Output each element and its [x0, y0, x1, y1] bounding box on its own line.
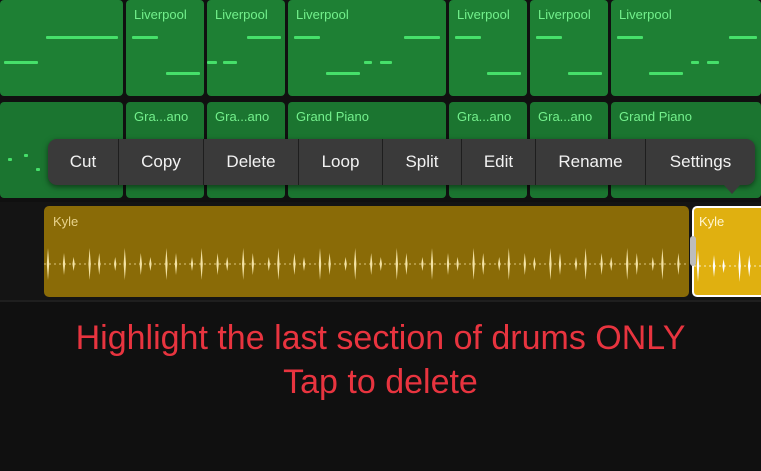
menu-pointer: [724, 185, 740, 194]
midi-region-liverpool-3[interactable]: Liverpool: [288, 0, 446, 96]
region-label: Gra...ano: [538, 109, 593, 124]
midi-region-liverpool-4[interactable]: Liverpool: [449, 0, 527, 96]
midi-region-liverpool-6[interactable]: Liverpool: [611, 0, 761, 96]
region-label: Gra...ano: [215, 109, 270, 124]
region-label: Liverpool: [457, 7, 510, 22]
midi-region-intro[interactable]: [0, 0, 123, 96]
menu-item-settings[interactable]: Settings: [646, 139, 755, 185]
region-label: Liverpool: [134, 7, 187, 22]
region-trim-handle[interactable]: [690, 236, 696, 266]
region-label: Grand Piano: [619, 109, 692, 124]
menu-item-copy[interactable]: Copy: [119, 139, 204, 185]
menu-item-rename[interactable]: Rename: [536, 139, 646, 185]
region-label: Gra...ano: [457, 109, 512, 124]
region-label: Liverpool: [619, 7, 672, 22]
midi-region-liverpool-1[interactable]: Liverpool: [126, 0, 204, 96]
drum-waveform: [694, 250, 761, 282]
region-label: Liverpool: [215, 7, 268, 22]
midi-region-liverpool-5[interactable]: Liverpool: [530, 0, 608, 96]
menu-item-cut[interactable]: Cut: [48, 139, 119, 185]
menu-item-edit[interactable]: Edit: [462, 139, 536, 185]
menu-item-loop[interactable]: Loop: [299, 139, 383, 185]
drum-region[interactable]: Kyle: [44, 206, 689, 297]
region-label: Gra...ano: [134, 109, 189, 124]
instruction-line-2: Tap to delete: [283, 363, 478, 401]
midi-region-liverpool-2[interactable]: Liverpool: [207, 0, 285, 96]
region-label: Liverpool: [296, 7, 349, 22]
region-label: Kyle: [53, 214, 79, 229]
region-label: Grand Piano: [296, 109, 369, 124]
menu-item-split[interactable]: Split: [383, 139, 462, 185]
track-divider: [0, 300, 761, 302]
menu-item-delete[interactable]: Delete: [204, 139, 299, 185]
drum-waveform: [44, 248, 689, 280]
region-label: Liverpool: [538, 7, 591, 22]
context-menu: Cut Copy Delete Loop Split Edit Rename S…: [48, 139, 755, 185]
track-row-liverpool: Liverpool Liverpool Liverpool Liverpool …: [0, 0, 761, 96]
drum-region-selected[interactable]: Kyle: [692, 206, 761, 297]
instruction-line-1: Highlight the last section of drums ONLY: [75, 319, 686, 357]
region-label: Kyle: [699, 214, 725, 229]
